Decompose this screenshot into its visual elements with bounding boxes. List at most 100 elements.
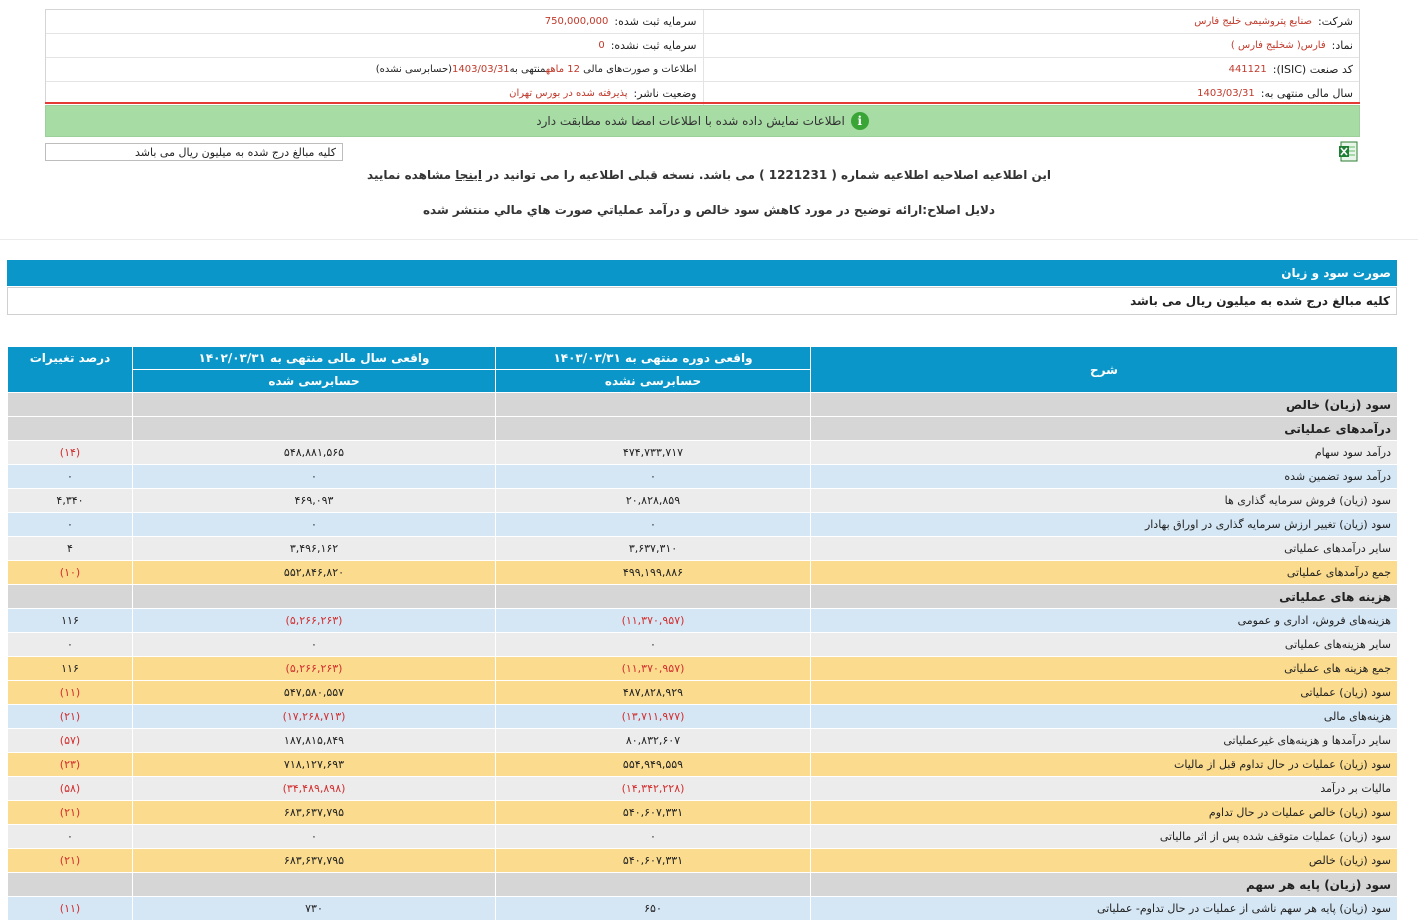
row-change-percent xyxy=(7,872,133,897)
table-row: جمع درآمدهای عملیاتی ۴۹۹,۱۹۹,۸۸۶ ۵۵۲,۸۴۶,۸… xyxy=(7,560,1398,585)
table-row: سود (زیان) پایه هر سهم ناشی از عملیات در… xyxy=(7,896,1398,921)
row-description: جمع درآمدهای عملیاتی xyxy=(810,560,1398,585)
info-row: کد صنعت (ISIC): 441121 اطلاعات و صورت‌ها… xyxy=(46,58,1359,82)
table-row: سود (زیان) عملیات در حال تداوم قبل از ما… xyxy=(7,752,1398,777)
isic-label: کد صنعت (ISIC): xyxy=(1272,63,1353,76)
table-row: جمع هزینه های عملیاتی (۱۱,۳۷۰,۹۵۷) (۵,۲۶۶,… xyxy=(7,656,1398,681)
row-description: هزینه های عملیاتی xyxy=(810,584,1398,609)
amendment-notice: این اطلاعیه اصلاحیه اطلاعیه شماره ( 1221… xyxy=(0,168,1418,182)
row-change-percent: ۴ xyxy=(7,536,133,561)
row-change-percent: ۱۱۶ xyxy=(7,608,133,633)
units-note-box: کلیه مبالغ درج شده به میلیون ریال می باش… xyxy=(45,143,343,161)
statements-period: 12 ماهه xyxy=(545,64,580,75)
row-description: جمع هزینه های عملیاتی xyxy=(810,656,1398,681)
row-prior-value: ۰ xyxy=(132,632,496,657)
row-prior-value xyxy=(132,584,496,609)
row-description: سود (زیان) پایه هر سهم xyxy=(810,872,1398,897)
row-change-percent: (۵۸) xyxy=(7,776,133,801)
table-row: سود (زیان) خالص ۵۴۰,۶۰۷,۳۳۱ ۶۸۳,۶۳۷,۷۹۵ (۲۱… xyxy=(7,848,1398,873)
info-row: نماد: فارس( شخلیج فارس ) سرمایه ثبت نشده… xyxy=(46,34,1359,58)
registered-capital-cell: سرمایه ثبت شده: 750,000,000 xyxy=(46,10,703,33)
table-row: هزینه‌های فروش، اداری و عمومی (۱۱,۳۷۰,۹۵۷… xyxy=(7,608,1398,633)
row-current-value: ۴۷۴,۷۳۳,۷۱۷ xyxy=(495,440,811,465)
row-current-value xyxy=(495,872,811,897)
row-description: سود (زیان) عملیاتی xyxy=(810,680,1398,705)
section-units-note: کلیه مبالغ درج شده به میلیون ریال می باش… xyxy=(7,287,1397,315)
row-prior-value: ۰ xyxy=(132,464,496,489)
publisher-status-label: وضعیت ناشر: xyxy=(633,87,697,100)
table-row: سایر درآمدها و هزینه‌های غیرعملیاتی ۸۰,۸۳… xyxy=(7,728,1398,753)
fiscal-year-label: سال مالی منتهی به: xyxy=(1260,87,1353,100)
row-current-value: (۱۳,۷۱۱,۹۷۷) xyxy=(495,704,811,729)
row-description: درآمد سود تضمین شده xyxy=(810,464,1398,489)
header-change-percent: درصد تغییرات xyxy=(7,346,133,393)
row-change-percent xyxy=(7,392,133,417)
row-prior-value xyxy=(132,872,496,897)
separator xyxy=(0,239,1418,240)
unregistered-capital-cell: سرمایه ثبت نشده: 0 xyxy=(46,34,703,57)
row-prior-value: ۷۳۰ xyxy=(132,896,496,921)
table-row: درآمدهای عملیاتی xyxy=(7,416,1398,441)
row-current-value: ۴۸۷,۸۲۸,۹۲۹ xyxy=(495,680,811,705)
statements-prefix: اطلاعات و صورت‌های مالی xyxy=(583,64,697,75)
row-change-percent: ۱۱۶ xyxy=(7,656,133,681)
isic-cell: کد صنعت (ISIC): 441121 xyxy=(702,58,1360,81)
row-current-value xyxy=(495,392,811,417)
row-current-value xyxy=(495,416,811,441)
row-change-percent: ۰ xyxy=(7,512,133,537)
row-prior-value: ۶۸۳,۶۳۷,۷۹۵ xyxy=(132,848,496,873)
row-prior-value: (۵,۲۶۶,۲۶۳) xyxy=(132,656,496,681)
row-description: سود (زیان) خالص عملیات در حال تداوم xyxy=(810,800,1398,825)
row-prior-value xyxy=(132,392,496,417)
excel-export-icon[interactable] xyxy=(1338,141,1359,162)
row-change-percent: ۰ xyxy=(7,632,133,657)
verification-notice: i اطلاعات نمایش داده شده با اطلاعات امضا… xyxy=(45,105,1360,137)
fiscal-year-value: 1403/03/31 xyxy=(1197,88,1255,99)
info-row: شرکت: صنایع پتروشیمی خلیج فارس سرمایه ثب… xyxy=(46,10,1359,34)
row-current-value: ۰ xyxy=(495,464,811,489)
statements-date: 1403/03/31 xyxy=(452,64,510,75)
row-description: سود (زیان) عملیات متوقف شده پس از اثر ما… xyxy=(810,824,1398,849)
row-description: سود (زیان) عملیات در حال تداوم قبل از ما… xyxy=(810,752,1398,777)
row-change-percent: (۲۱) xyxy=(7,704,133,729)
header-description: شرح xyxy=(810,346,1398,393)
company-info-panel: شرکت: صنایع پتروشیمی خلیج فارس سرمایه ثب… xyxy=(45,9,1360,105)
unregistered-capital-label: سرمایه ثبت نشده: xyxy=(610,39,697,52)
units-note-text: کلیه مبالغ درج شده به میلیون ریال می باش… xyxy=(135,145,336,159)
table-row: سایر درآمدهای عملیاتی ۳,۶۳۷,۳۱۰ ۳,۴۹۶,۱۶۲ ۴ xyxy=(7,536,1398,561)
amendment-reason: دلایل اصلاح:ارائه توضیح در مورد کاهش سود… xyxy=(422,203,996,217)
symbol-label: نماد: xyxy=(1331,39,1353,52)
table-row: سود (زیان) پایه هر سهم xyxy=(7,872,1398,897)
table-row: هزینه‌های مالی (۱۳,۷۱۱,۹۷۷) (۱۷,۲۶۸,۷۱۳) (۲… xyxy=(7,704,1398,729)
row-current-value: ۰ xyxy=(495,824,811,849)
row-description: سود (زیان) تغییر ارزش سرمایه گذاری در او… xyxy=(810,512,1398,537)
row-description: درآمد سود سهام xyxy=(810,440,1398,465)
company-label: شرکت: xyxy=(1317,15,1353,28)
row-current-value: ۴۹۹,۱۹۹,۸۸۶ xyxy=(495,560,811,585)
row-change-percent: (۱۴) xyxy=(7,440,133,465)
row-description: سایر درآمدهای عملیاتی xyxy=(810,536,1398,561)
header-current-period: واقعی دوره منتهی به ۱۴۰۳/۰۳/۳۱ xyxy=(495,346,811,370)
table-row: سود (زیان) عملیات متوقف شده پس از اثر ما… xyxy=(7,824,1398,849)
row-current-value: ۵۵۴,۹۴۹,۵۵۹ xyxy=(495,752,811,777)
table-row: سود (زیان) عملیاتی ۴۸۷,۸۲۸,۹۲۹ ۵۴۷,۵۸۰,۵۵۷… xyxy=(7,680,1398,705)
header-prior-audit-status: حسابرسی شده xyxy=(132,369,496,393)
previous-version-link[interactable]: اینجا xyxy=(455,168,482,182)
company-cell: شرکت: صنایع پتروشیمی خلیج فارس xyxy=(702,10,1360,33)
row-change-percent: (۲۳) xyxy=(7,752,133,777)
row-change-percent: (۵۷) xyxy=(7,728,133,753)
row-current-value: ۵۴۰,۶۰۷,۳۳۱ xyxy=(495,800,811,825)
row-description: سایر هزینه‌های عملیاتی xyxy=(810,632,1398,657)
row-current-value: (۱۱,۳۷۰,۹۵۷) xyxy=(495,608,811,633)
row-current-value xyxy=(495,584,811,609)
table-row: مالیات بر درآمد (۱۴,۳۴۲,۲۲۸) (۳۴,۴۸۹,۸۹۸)(… xyxy=(7,776,1398,801)
notice-text: اطلاعات نمایش داده شده با اطلاعات امضا ش… xyxy=(536,114,845,128)
row-change-percent: (۱۱) xyxy=(7,680,133,705)
row-current-value: (۱۱,۳۷۰,۹۵۷) xyxy=(495,656,811,681)
amendment-text-1: این اطلاعیه اصلاحیه اطلاعیه شماره ( 1221… xyxy=(481,168,1051,182)
row-description: سود (زیان) پایه هر سهم ناشی از عملیات در… xyxy=(810,896,1398,921)
row-prior-value: ۵۴۷,۵۸۰,۵۵۷ xyxy=(132,680,496,705)
row-current-value: ۰ xyxy=(495,512,811,537)
table-row: درآمد سود سهام ۴۷۴,۷۳۳,۷۱۷ ۵۴۸,۸۸۱,۵۶۵ (۱۴) xyxy=(7,440,1398,465)
statements-mid: منتهی به xyxy=(509,64,546,75)
